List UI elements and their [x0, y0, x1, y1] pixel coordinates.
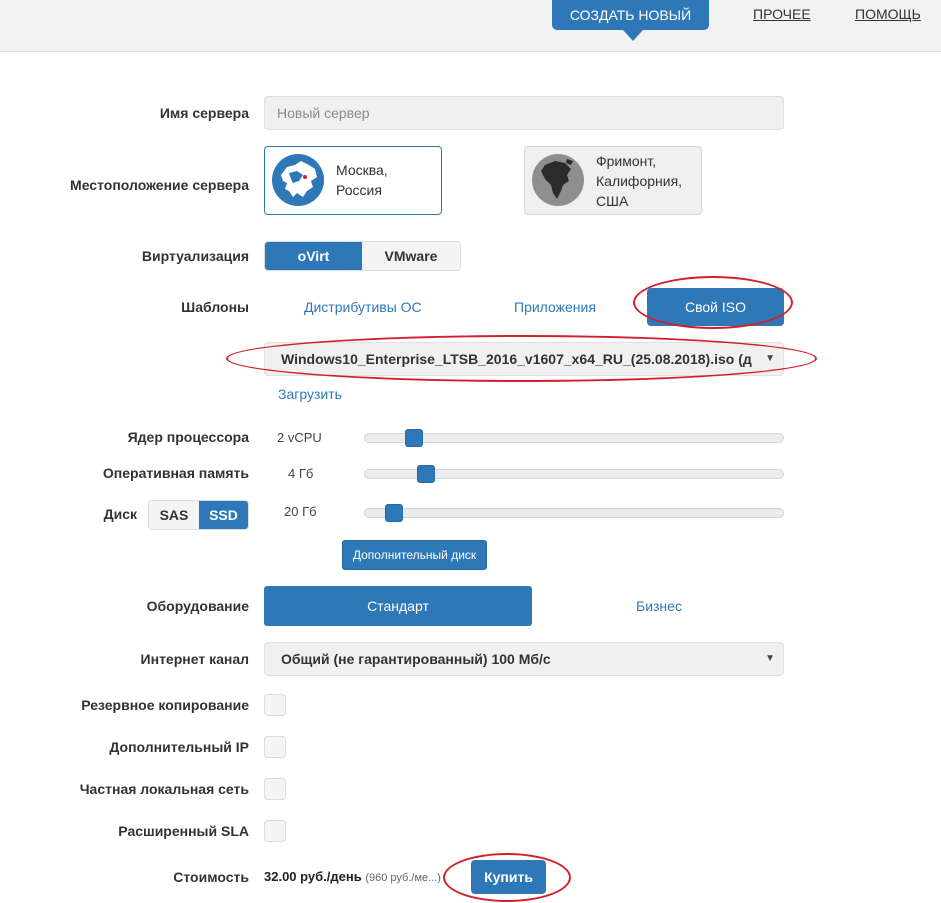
location-fremont-text: Фримонт, Калифорния, США	[596, 151, 682, 211]
iso-select[interactable]: Windows10_Enterprise_LTSB_2016_v1607_x64…	[264, 342, 784, 376]
location-label: Местоположение сервера	[70, 177, 249, 193]
create-new-button[interactable]: СОЗДАТЬ НОВЫЙ	[552, 0, 709, 41]
sla-checkbox[interactable]	[264, 820, 286, 842]
dropdown-arrow-icon: ▼	[765, 353, 775, 364]
location-fremont-line3: США	[596, 193, 629, 209]
europe-globe-icon	[272, 154, 324, 206]
create-new-label: СОЗДАТЬ НОВЫЙ	[569, 7, 692, 23]
location-fremont-line2: Калифорния,	[596, 173, 683, 189]
buy-button[interactable]: Купить	[471, 860, 546, 894]
america-globe-icon	[532, 154, 584, 206]
disk-value: 20 Гб	[284, 504, 317, 519]
disk-type-sas[interactable]: SAS	[149, 501, 199, 529]
location-moscow-text: Москва, Россия	[336, 160, 388, 200]
templates-label: Шаблоны	[181, 299, 249, 315]
backup-label: Резервное копирование	[81, 697, 249, 713]
tab-applications[interactable]: Приложения	[514, 299, 596, 315]
sla-label: Расширенный SLA	[118, 823, 249, 839]
location-moscow-line2: Россия	[336, 182, 382, 198]
top-navigation-bar: СОЗДАТЬ НОВЫЙ ПРОЧЕЕ ПОМОЩЬ	[0, 0, 941, 52]
virtualization-vmware-option[interactable]: VMware	[362, 242, 460, 270]
ram-slider[interactable]	[364, 465, 784, 483]
cost-per-day: 32.00 руб./день	[264, 869, 362, 884]
cpu-slider-handle[interactable]	[405, 429, 423, 447]
disk-type-ssd[interactable]: SSD	[199, 501, 248, 529]
additional-disk-button[interactable]: Дополнительный диск	[342, 540, 487, 570]
hardware-business-option[interactable]: Бизнес	[636, 598, 682, 614]
tab-custom-iso[interactable]: Свой ISO	[647, 288, 784, 326]
internet-label: Интернет канал	[140, 651, 249, 667]
active-caret-icon	[623, 30, 643, 41]
cpu-value: 2 vCPU	[277, 430, 322, 445]
location-moscow-card[interactable]: Москва, Россия	[264, 146, 442, 215]
extra-ip-label: Дополнительный IP	[109, 739, 249, 755]
location-fremont-card[interactable]: Фримонт, Калифорния, США	[524, 146, 702, 215]
upload-link[interactable]: Загрузить	[278, 386, 342, 402]
ram-slider-handle[interactable]	[417, 465, 435, 483]
internet-select[interactable]: Общий (не гарантированный) 100 Мб/с ▼	[264, 642, 784, 676]
help-link[interactable]: ПОМОЩЬ	[855, 6, 921, 22]
disk-slider-handle[interactable]	[385, 504, 403, 522]
virtualization-ovirt-option[interactable]: oVirt	[265, 242, 362, 270]
ram-value: 4 Гб	[288, 466, 314, 481]
cost-value: 32.00 руб./день (960 руб./ме...)	[264, 869, 441, 884]
location-moscow-line1: Москва,	[336, 162, 388, 178]
server-name-label: Имя сервера	[159, 105, 249, 121]
hardware-label: Оборудование	[146, 598, 249, 614]
disk-slider[interactable]	[364, 504, 784, 522]
disk-label: Диск	[103, 506, 137, 522]
backup-checkbox[interactable]	[264, 694, 286, 716]
ram-label: Оперативная память	[102, 465, 249, 481]
tab-os-distributions[interactable]: Дистрибутивы ОС	[304, 299, 422, 315]
iso-select-value: Windows10_Enterprise_LTSB_2016_v1607_x64…	[281, 351, 752, 367]
hardware-standard-option[interactable]: Стандарт	[264, 586, 532, 626]
private-network-checkbox[interactable]	[264, 778, 286, 800]
internet-select-value: Общий (не гарантированный) 100 Мб/с	[281, 651, 551, 667]
cpu-label: Ядер процессора	[127, 429, 249, 445]
disk-type-toggle: SAS SSD	[148, 500, 249, 530]
dropdown-arrow-icon: ▼	[765, 653, 775, 664]
cost-per-month: (960 руб./ме...)	[365, 872, 441, 884]
location-fremont-line1: Фримонт,	[596, 153, 657, 169]
private-network-label: Частная локальная сеть	[79, 781, 249, 797]
virtualization-label: Виртуализация	[141, 248, 249, 264]
server-name-input[interactable]	[264, 96, 784, 130]
cost-label: Стоимость	[173, 869, 249, 885]
other-link[interactable]: ПРОЧЕЕ	[753, 6, 811, 22]
extra-ip-checkbox[interactable]	[264, 736, 286, 758]
virtualization-toggle: oVirt VMware	[264, 241, 461, 271]
cpu-slider[interactable]	[364, 429, 784, 447]
